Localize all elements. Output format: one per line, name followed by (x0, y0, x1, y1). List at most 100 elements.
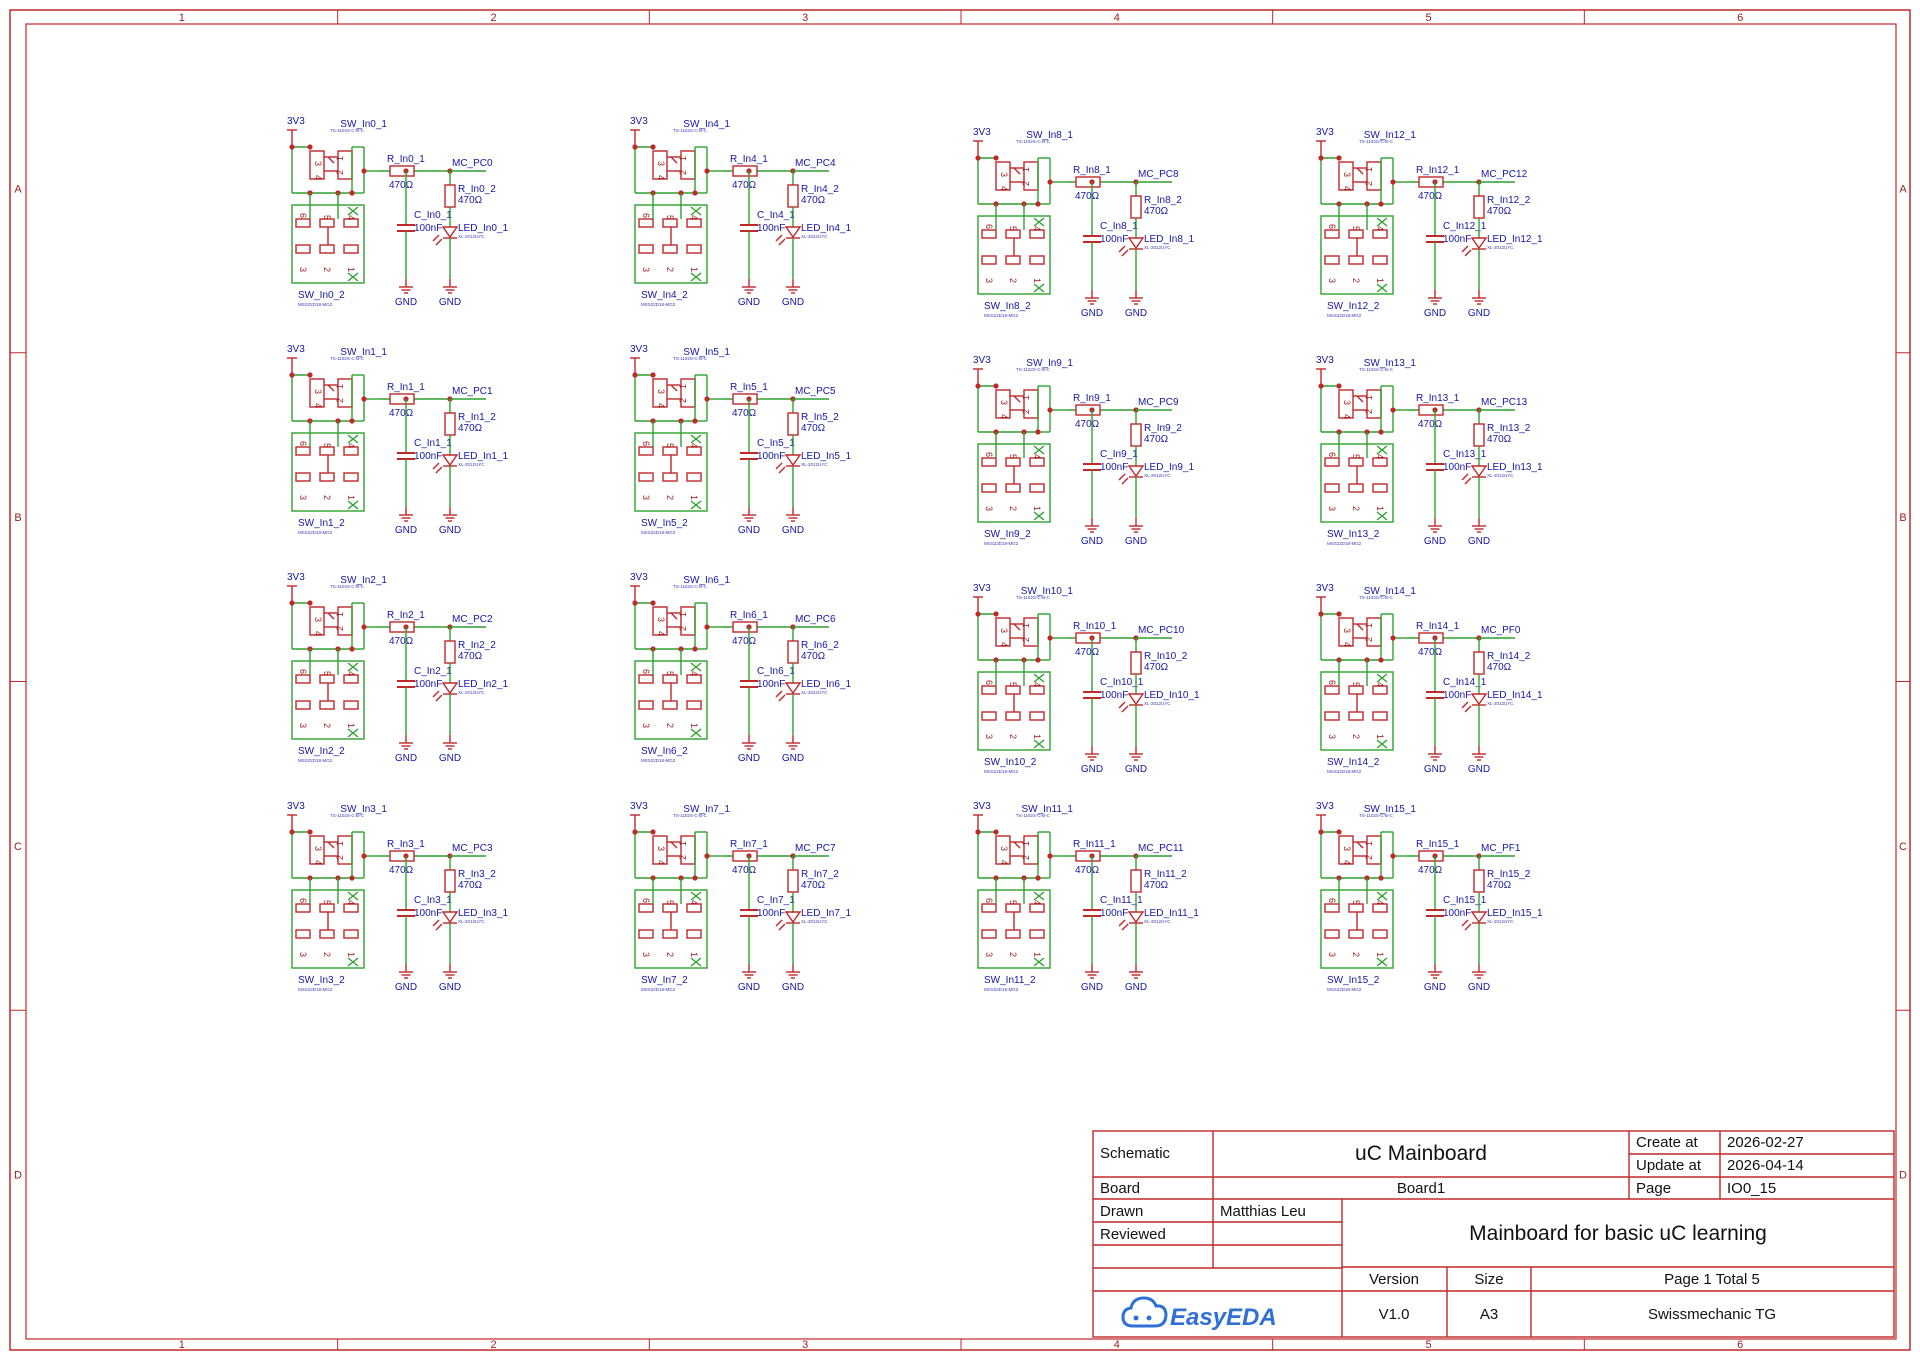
cap-value: 100nF (1100, 908, 1128, 919)
cap-designator: C_In1_1 (414, 438, 452, 449)
power-label: 3V3 (287, 572, 305, 583)
switch2-pin-pad (1029, 229, 1045, 239)
resistor-symbol (787, 412, 799, 436)
switch2-pin-pad (981, 903, 997, 913)
pin-label: 5 (1351, 682, 1361, 687)
pin-label: 2 (665, 952, 675, 957)
switch2-pin-pad (638, 903, 654, 913)
pin-label: 1 (1032, 506, 1042, 511)
switch1-part: TS-1102S-C-B-C (673, 128, 708, 133)
junction-dot (704, 624, 710, 630)
switch2-pin-pad (981, 685, 997, 695)
junction-dot (289, 144, 295, 150)
junction-dot (704, 853, 710, 859)
led-icon (1470, 237, 1488, 250)
pin-label: 6 (298, 669, 308, 674)
junction-dot (993, 829, 999, 835)
pin-label: 3 (1327, 952, 1337, 957)
junction-dot (632, 372, 638, 378)
resistor1-value: 470Ω (1418, 191, 1443, 202)
net-label: MC_PF0 (1481, 625, 1521, 636)
switch2-pin-pad (1348, 229, 1364, 239)
gnd-label: GND (1424, 308, 1446, 319)
resistor-symbol (1130, 869, 1142, 893)
pin-label: 2 (1021, 181, 1031, 186)
switch2-part: MSS22D18-MG2 (298, 758, 333, 763)
pin-label: 2 (1008, 278, 1018, 283)
pin-label: 6 (641, 441, 651, 446)
pin-label: 1 (335, 384, 345, 389)
pin-label: 3 (313, 389, 323, 394)
input-channel-0: 3V3 SW_In0_1TS-1102S-C-B-C34126 5 43 2 1SW_In… (287, 116, 508, 308)
pin-label: 4 (346, 443, 356, 448)
pin-label: 5 (665, 215, 675, 220)
pin-label: 6 (984, 224, 994, 229)
pin-label: 1 (1032, 734, 1042, 739)
switch1-part: TS-1102S-C-B-C (1016, 595, 1051, 600)
resistor-symbol (787, 184, 799, 208)
switch2-pin-pad (1029, 457, 1045, 467)
resistor2-designator: R_In12_2 (1487, 195, 1531, 206)
led-icon (784, 454, 802, 467)
ruler-col-top: 1 (179, 12, 185, 24)
gnd-label: GND (395, 753, 417, 764)
led-designator: LED_In1_1 (458, 451, 508, 462)
switch2-pin-pad (981, 457, 997, 467)
junction-dot (1378, 201, 1384, 207)
switch2-part: MSS22D18-MG2 (641, 302, 676, 307)
resistor-symbol (787, 640, 799, 664)
cap-value: 100nF (1443, 690, 1471, 701)
resistor1-designator: R_In2_1 (387, 610, 425, 621)
switch2-pin-pad (295, 903, 311, 913)
net-label: MC_PC6 (795, 614, 836, 625)
junction-dot (1047, 853, 1053, 859)
switch2-designator: SW_In7_2 (641, 975, 688, 986)
switch2-pin-pad (1324, 255, 1340, 265)
switch1-part: TS-1102S-C-B-C (1359, 595, 1394, 600)
junction-dot (704, 168, 710, 174)
easyeda-logo: EasyEDA (1121, 1296, 1277, 1331)
led-icon (441, 454, 459, 467)
ruler-col-bottom: 1 (179, 1339, 185, 1351)
switch2-pin-pad (1029, 711, 1045, 721)
gnd-label: GND (395, 297, 417, 308)
resistor2-designator: R_In2_2 (458, 640, 496, 651)
led-icon (1127, 465, 1145, 478)
pin-label: 1 (1364, 623, 1374, 628)
led-part: XL-2012UYC (1144, 701, 1171, 706)
resistor1-value: 470Ω (1075, 865, 1100, 876)
pin-label: 2 (1364, 181, 1374, 186)
pin-label: 1 (335, 841, 345, 846)
switch2-pin-pad (981, 929, 997, 939)
pin-label: 3 (656, 846, 666, 851)
pin-label: 2 (335, 855, 345, 860)
input-channel-3: 3V3 SW_In3_1TS-1102S-C-B-C34126 5 43 2 1SW_In… (287, 801, 508, 993)
junction-dot (650, 144, 656, 150)
pin-label: 3 (1342, 628, 1352, 633)
cloud-icon (1121, 1296, 1168, 1328)
pin-label: 1 (1032, 952, 1042, 957)
resistor1-value: 470Ω (389, 408, 414, 419)
switch2-pin-pad (662, 472, 678, 482)
switch2-pin-pad (638, 218, 654, 228)
pin-label: 4 (1032, 682, 1042, 687)
junction-dot (1336, 611, 1342, 617)
resistor2-designator: R_In1_2 (458, 412, 496, 423)
junction-dot (1336, 383, 1342, 389)
junction-dot (1318, 611, 1324, 617)
junction-dot (692, 418, 698, 424)
led-part: XL-2012UYC (1144, 919, 1171, 924)
cap-designator: C_In0_1 (414, 210, 452, 221)
gnd-label: GND (1125, 308, 1147, 319)
junction-dot (307, 372, 313, 378)
pin-label: 4 (346, 671, 356, 676)
gnd-label: GND (1424, 536, 1446, 547)
resistor1-value: 470Ω (732, 865, 757, 876)
pin-label: 2 (1021, 637, 1031, 642)
resistor1-value: 470Ω (732, 180, 757, 191)
pin-label: 4 (999, 642, 1009, 647)
gnd-label: GND (782, 753, 804, 764)
power-label: 3V3 (973, 801, 991, 812)
switch2-part: MSS22D18-MG2 (298, 987, 333, 992)
resistor1-value: 470Ω (732, 636, 757, 647)
